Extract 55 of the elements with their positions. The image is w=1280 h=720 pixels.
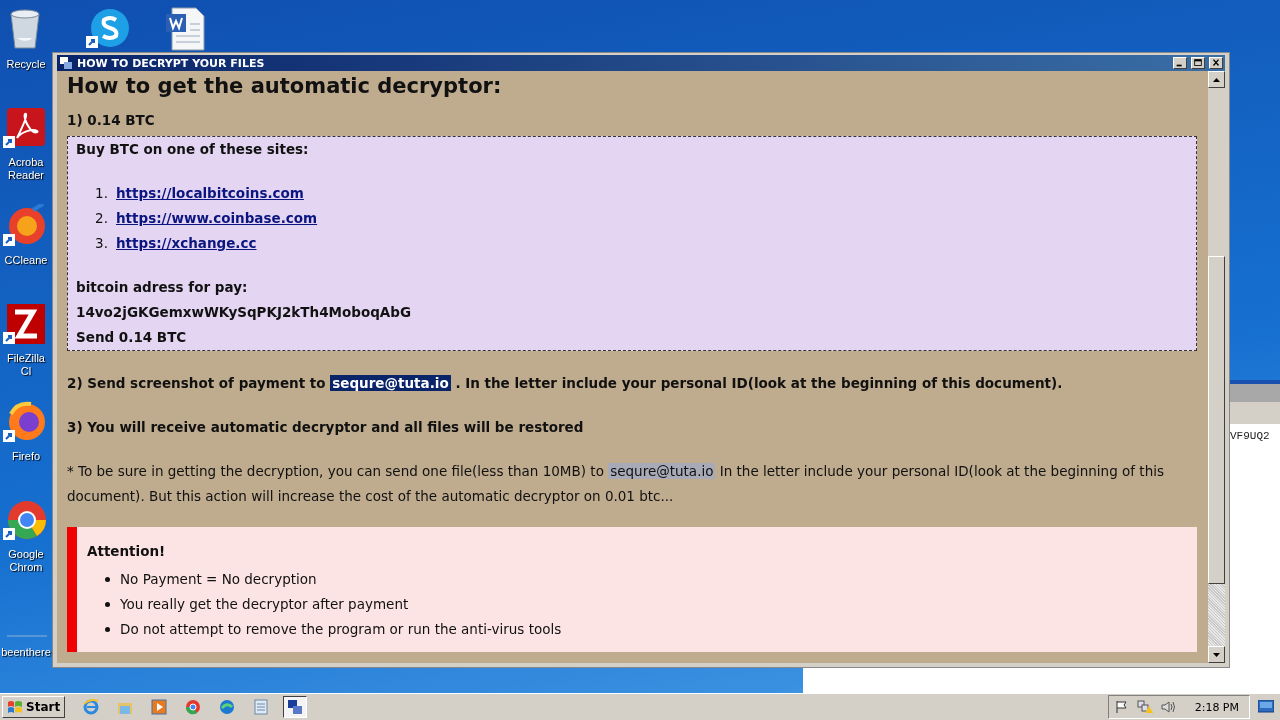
app-icon	[59, 56, 73, 70]
step-text: 3) You will receive automatic decryptor and all files will be restored	[67, 418, 585, 437]
bullet-icon	[105, 627, 110, 632]
clock[interactable]: 2:18 PM	[1194, 700, 1239, 714]
address-label: bitcoin adress for pay:	[76, 278, 249, 297]
start-button[interactable]: Start	[2, 696, 66, 718]
page-heading: How to get the automatic decryptor:	[67, 73, 503, 99]
minimize-button[interactable]	[1173, 57, 1187, 69]
desktop-icon-label[interactable]: FileZilla Cl	[1, 352, 51, 378]
site-link[interactable]: https://xchange.cc	[116, 231, 257, 256]
send-amount: Send 0.14 BTC	[76, 328, 188, 347]
down-arrow-icon[interactable]	[1213, 652, 1220, 657]
desktop-icon-label[interactable]: Google Chrom	[1, 548, 51, 574]
taskbar-app[interactable]	[283, 696, 308, 718]
email-address: sequre@tuta.io	[608, 463, 716, 479]
app-icon	[286, 698, 305, 716]
scrollbar[interactable]	[1208, 71, 1225, 663]
list-number: 1.	[94, 184, 109, 203]
app-icon	[184, 698, 203, 716]
list-number: 3.	[94, 234, 109, 253]
attention-item: Do not attempt to remove the program or run the anti-virus tools	[120, 620, 562, 639]
app-icon	[252, 698, 271, 716]
network-warning-icon[interactable]	[1136, 700, 1153, 714]
attention-item: You really get the decryptor after payment	[120, 595, 409, 614]
windows-logo-icon	[7, 700, 23, 714]
desktop-icon-label[interactable]: CCleane	[4, 254, 48, 267]
attention-item: No Payment = No decryption	[120, 570, 317, 589]
desktop-icon-label[interactable]: Firefo	[11, 450, 41, 463]
up-arrow-icon[interactable]	[1213, 77, 1220, 82]
maximize-button[interactable]	[1191, 57, 1205, 69]
desktop-icon-label[interactable]: Recycle	[6, 58, 46, 71]
list-number: 2.	[94, 209, 109, 228]
email-address: sequre@tuta.io	[330, 375, 451, 391]
site-link[interactable]: https://localbitcoins.com	[116, 181, 304, 206]
window-title: HOW TO DECRYPT YOUR FILES	[77, 56, 266, 70]
bullet-icon	[105, 602, 110, 607]
show-desktop-icon[interactable]	[1258, 700, 1274, 714]
step-text: 2) Send screenshot of payment to sequre@tuta.io . In the letter include your personal ID(look at the beginning of this document).	[67, 374, 1064, 393]
app-icon	[150, 698, 169, 716]
desktop-icon-label[interactable]: Acroba Reader	[1, 156, 51, 182]
desktop-icon-label[interactable]: beenthere	[1, 646, 51, 659]
box-title: Buy BTC on one of these sites:	[76, 140, 310, 159]
note-paragraph: * To be sure in getting the decryption, you can send one file(less than 10MB) to sequre@tuta.io In the letter include your personal ID(look at the beginning of this document). But this action will increase the cost of the automatic decryptor on 0.01 btc...	[67, 462, 1165, 506]
bitcoin-address: 14vo2jGKGemxwWKySqPKJ2kTh4MoboqAbG	[76, 303, 413, 322]
site-link[interactable]: https://www.coinbase.com	[116, 206, 318, 231]
flag-icon[interactable]	[1114, 700, 1129, 714]
app-icon	[82, 698, 101, 716]
window-text: VF9UQ2	[1230, 430, 1271, 442]
attention-title: Attention!	[87, 542, 167, 561]
app-icon	[218, 698, 237, 716]
scroll-thumb[interactable]	[1208, 256, 1225, 584]
close-button[interactable]	[1209, 57, 1223, 69]
bullet-icon	[105, 577, 110, 582]
speaker-icon[interactable]	[1160, 700, 1177, 714]
step-text: 1) 0.14 BTC	[67, 111, 156, 130]
